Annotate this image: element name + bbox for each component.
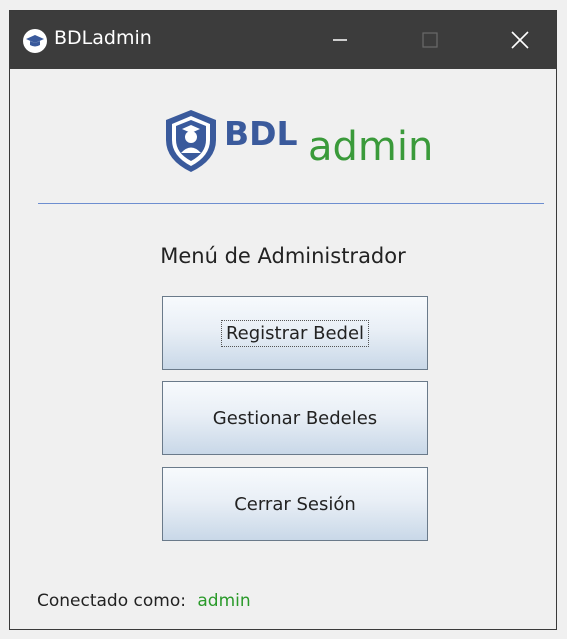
bdladmin-logo: BDL admin [148,108,448,178]
shield-student-icon [166,110,216,172]
close-button[interactable] [490,11,550,69]
status-label: Conectado como: [37,591,186,611]
registrar-bedel-button[interactable]: Registrar Bedel [162,296,428,370]
graduation-cap-icon [23,29,47,53]
status-user: admin [197,591,251,611]
header-divider [38,203,544,204]
minimize-icon [333,39,347,41]
title-bar[interactable]: BDLadmin [10,11,556,69]
button-label: Registrar Bedel [220,319,370,347]
button-label: Gestionar Bedeles [212,407,378,429]
close-icon [511,31,529,49]
status-bar: Conectado como: admin [37,591,251,611]
minimize-button[interactable] [310,11,370,69]
menu-title: Menú de Administrador [160,244,406,268]
window-title: BDLadmin [54,27,152,49]
cerrar-sesion-button[interactable]: Cerrar Sesión [162,467,428,541]
button-label: Cerrar Sesión [234,493,356,515]
gestionar-bedeles-button[interactable]: Gestionar Bedeles [162,381,428,455]
logo-admin-text: admin [308,124,434,170]
maximize-button[interactable] [400,11,460,69]
logo-bdl-text: BDL [224,114,298,153]
maximize-icon [422,32,438,48]
app-window: BDLadmin BDL admin Menú de Administrador… [9,10,557,630]
